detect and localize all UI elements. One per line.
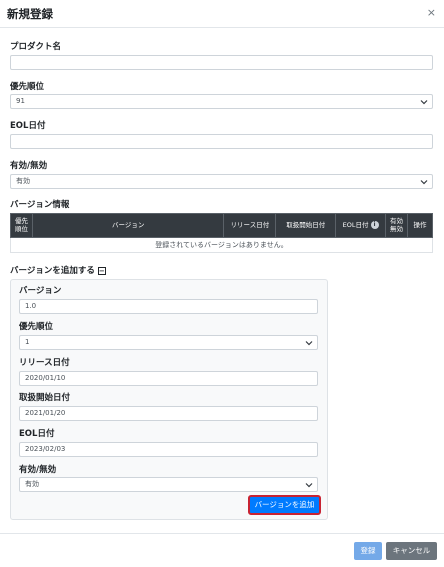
minus-square-icon: −: [97, 266, 106, 275]
column-header-handling-start-date: 取扱開始日付: [275, 213, 337, 238]
panel-priority-label: 優先順位: [19, 322, 54, 332]
version-input[interactable]: 1.0: [19, 299, 318, 314]
handling-start-date-input[interactable]: 2021/01/20: [19, 406, 318, 421]
add-version-toggle-label: バージョンを追加する: [10, 266, 95, 276]
cancel-button[interactable]: キャンセル: [386, 542, 437, 560]
chevron-down-icon: [420, 100, 428, 105]
priority-label: 優先順位: [10, 82, 45, 92]
column-header-eol-date: EOL日付 i: [335, 213, 387, 238]
eol-date-input[interactable]: [10, 134, 433, 149]
modal-header: 新規登録 ×: [0, 0, 444, 28]
release-date-input[interactable]: 2020/01/10: [19, 371, 318, 386]
enabled-select[interactable]: 有効: [10, 174, 433, 189]
add-version-button[interactable]: バージョンを追加: [248, 495, 321, 515]
column-header-version: バージョン: [31, 213, 225, 238]
product-name-input[interactable]: [10, 55, 433, 70]
chevron-down-icon: [305, 341, 313, 346]
panel-enabled-select-value: 有効: [25, 480, 39, 488]
panel-eol-date-input[interactable]: 2023/02/03: [19, 442, 318, 457]
add-version-panel: バージョン 1.0 優先順位 1 リリース日付 2020/01/10 取扱開始日…: [10, 279, 328, 520]
panel-eol-date-label: EOL日付: [19, 429, 55, 439]
product-name-label: プロダクト名: [10, 42, 62, 52]
panel-enabled-select[interactable]: 有効: [19, 477, 318, 492]
table-row: 登録されているバージョンはありません。: [10, 237, 433, 253]
close-icon[interactable]: ×: [427, 6, 436, 19]
version-table-header-row: 優先 順位 バージョン リリース日付 取扱開始日付 EOL日付 i 有効 無効 …: [10, 213, 433, 238]
priority-select-value: 91: [16, 97, 25, 105]
column-header-enabled: 有効 無効: [385, 213, 408, 238]
modal-footer-divider: [0, 533, 444, 534]
priority-select[interactable]: 91: [10, 94, 433, 109]
empty-message: 登録されているバージョンはありません。: [10, 237, 433, 253]
handling-start-date-label: 取扱開始日付: [19, 393, 71, 403]
column-header-priority: 優先 順位: [10, 213, 33, 238]
add-version-toggle[interactable]: バージョンを追加する −: [10, 264, 106, 276]
version-label: バージョン: [19, 286, 62, 296]
column-header-actions: 操作: [407, 213, 433, 238]
chevron-down-icon: [305, 483, 313, 488]
enabled-select-value: 有効: [16, 177, 30, 185]
chevron-down-icon: [420, 180, 428, 185]
version-table: 優先 順位 バージョン リリース日付 取扱開始日付 EOL日付 i 有効 無効 …: [10, 213, 433, 253]
register-button[interactable]: 登録: [354, 542, 382, 560]
release-date-label: リリース日付: [19, 358, 70, 368]
version-info-title: バージョン情報: [10, 200, 70, 210]
panel-priority-select[interactable]: 1: [19, 335, 318, 350]
column-header-eol-date-text: EOL日付: [342, 221, 369, 230]
panel-enabled-label: 有効/無効: [19, 465, 57, 475]
panel-priority-select-value: 1: [25, 338, 30, 346]
enabled-label: 有効/無効: [10, 161, 48, 171]
column-header-release-date: リリース日付: [223, 213, 277, 238]
eol-date-label: EOL日付: [10, 121, 46, 131]
modal-title: 新規登録: [7, 7, 53, 21]
info-icon: i: [370, 221, 379, 230]
